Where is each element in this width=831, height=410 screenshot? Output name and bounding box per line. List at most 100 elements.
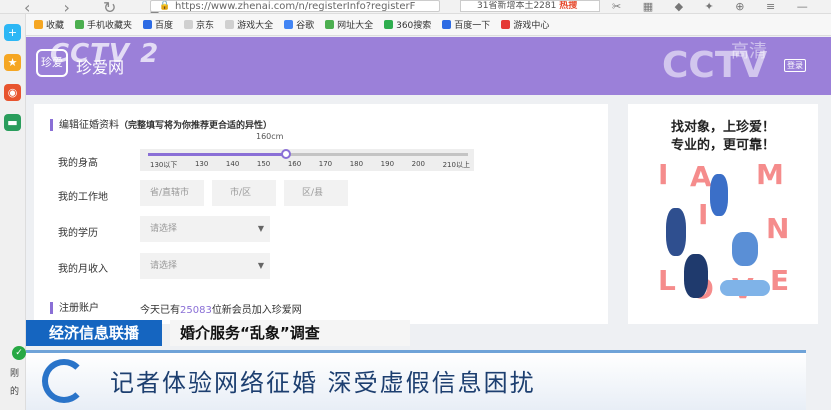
chevron-down-icon: ▼ (257, 224, 264, 233)
ad-letter: A (690, 160, 712, 193)
bookmark-label: 360搜索 (396, 21, 432, 31)
height-slider[interactable]: 130以下 130 140 150 160 170 180 190 200 210以上 (140, 149, 474, 171)
news-topic: 婚介服务“乱象”调查 (170, 320, 410, 346)
bookmark-item[interactable]: 收藏 (34, 18, 64, 31)
bookmark-icon (284, 20, 294, 29)
section-title: 编辑征婚资料（完整填写将为你推荐更合适的异性） (50, 116, 272, 131)
register-label: 注册账户 (59, 303, 99, 314)
register-prefix: 今天已有 (140, 305, 180, 316)
browser-toolbar: ‹ › ↻ ⌂ 🔒 https://www.zhenai.com/n/regis… (0, 0, 831, 17)
slider-tick-label: 150 (256, 160, 271, 168)
mail-icon[interactable]: ▬ (4, 114, 21, 131)
site-header: 珍爱 珍爱网 CCTV 2 CCTV 高清 登录 (26, 37, 831, 95)
hd-watermark: 高清 (731, 41, 767, 62)
bookmark-item[interactable]: 手机收藏夹 (75, 18, 132, 31)
bookmark-item[interactable]: 谷歌 (284, 18, 314, 31)
plus-icon[interactable]: + (4, 24, 21, 41)
hot-search-badge: 热搜 (559, 1, 578, 11)
profile-form: 编辑征婚资料（完整填写将为你推荐更合适的异性） 我的身高 160cm 130以下… (34, 104, 608, 324)
bookmark-item[interactable]: 百度一下 (442, 18, 490, 31)
bookmark-item[interactable]: 游戏中心 (501, 18, 549, 31)
toolbar-icons[interactable]: ✂ ▦ ◆ ✦ ⊕ ≡ — (612, 0, 817, 13)
girl-figure (684, 254, 708, 298)
lock-icon: 🔒 (159, 1, 171, 11)
section-hint: （完整填写将为你推荐更合适的异性） (119, 121, 273, 131)
boat-figure (720, 280, 770, 296)
slider-tick-label: 200 (411, 160, 425, 168)
city-select[interactable]: 市/区 (212, 180, 276, 206)
side-text: 刚 (10, 369, 20, 379)
bookmark-label: 收藏 (46, 21, 65, 31)
address-url: https://www.zhenai.com/n/registerInfo?re… (175, 1, 416, 12)
ad-slogan-1: 找对象，上珍爱！ (670, 120, 775, 135)
side-text: 的 (10, 387, 20, 397)
section-marker (50, 119, 53, 131)
register-stats: 今天已有25083位新会员加入珍爱网 (140, 301, 302, 316)
star-icon[interactable]: ★ (4, 54, 21, 71)
bookmark-icon (184, 20, 194, 29)
slider-ticks: 130以下 130 140 150 160 170 180 190 200 210以上 (150, 160, 470, 170)
slider-tick-label: 140 (225, 160, 240, 168)
bookmark-icon (442, 20, 452, 29)
bookmark-label: 百度 (155, 21, 174, 31)
news-headline: 记者体验网络征婚 深受虚假信息困扰 (110, 369, 536, 397)
height-label: 我的身高 (58, 158, 98, 169)
weibo-icon[interactable]: ◉ (4, 84, 21, 101)
climber-figure (710, 174, 728, 216)
education-select[interactable]: 请选择 ▼ (140, 216, 270, 242)
bookmark-label: 游戏中心 (513, 21, 550, 31)
register-section-title: 注册账户 (50, 299, 99, 314)
ad-letter: E (770, 264, 790, 297)
program-name: 经济信息联播 (26, 320, 162, 346)
slider-tick-label: 130以下 (150, 161, 178, 169)
section-marker (50, 302, 53, 314)
browser-search-box[interactable]: 31省新增本土2281 热搜 (460, 0, 600, 12)
address-bar[interactable]: 🔒 https://www.zhenai.com/n/registerInfo?… (150, 0, 440, 12)
bookmark-item[interactable]: 百度 (143, 18, 173, 31)
slider-thumb[interactable] (280, 149, 291, 159)
work-location-label: 我的工作地 (58, 192, 108, 203)
province-select[interactable]: 省/直辖市 (140, 180, 204, 206)
cctv-logo-icon (42, 359, 86, 403)
slider-tick-label: 170 (318, 160, 333, 168)
bookmark-item[interactable]: 网址大全 (325, 18, 373, 31)
ad-letter: N (766, 212, 790, 245)
news-caption-bar: 记者体验网络征婚 深受虚假信息困扰 (26, 350, 806, 410)
bookmark-icon (34, 20, 43, 29)
ad-letter: I (658, 158, 669, 191)
slider-fill (148, 153, 286, 156)
bookmarks-bar: 收藏 手机收藏夹 百度 京东 游戏大全 谷歌 网址大全 360搜索 百度一下 游戏中心 (26, 14, 831, 36)
ad-banner[interactable]: 找对象，上珍爱！ 专业的，更可靠！ I A M I N L O V E (628, 104, 818, 324)
register-count: 25083 (180, 305, 212, 316)
slider-tick-label: 180 (349, 160, 364, 168)
slider-tick-label: 130 (194, 160, 209, 168)
login-button[interactable]: 登录 (784, 59, 806, 72)
bookmark-label: 百度一下 (454, 21, 491, 31)
tv-channel-watermark: CCTV 2 (50, 39, 160, 69)
district-select[interactable]: 区/县 (284, 180, 348, 206)
bookmark-icon (143, 20, 153, 29)
bookmark-label: 京东 (196, 21, 215, 31)
check-icon: ✓ (12, 346, 26, 360)
income-placeholder: 请选择 (150, 261, 178, 271)
ad-letter: L (658, 264, 676, 297)
ad-letter: I (698, 198, 709, 231)
height-value-tip: 160cm (256, 132, 284, 141)
slider-tick-label: 190 (380, 160, 395, 168)
bookmark-icon (501, 20, 511, 29)
ad-letter: M (756, 158, 784, 191)
bookmark-icon (75, 20, 85, 29)
search-text: 31省新增本土2281 (477, 1, 557, 11)
bookmark-label: 手机收藏夹 (87, 21, 133, 31)
slider-tick-label: 160 (287, 160, 302, 168)
bookmark-item[interactable]: 游戏大全 (225, 18, 273, 31)
education-placeholder: 请选择 (150, 224, 178, 234)
bookmark-icon (325, 20, 335, 29)
bookmark-label: 谷歌 (296, 21, 315, 31)
guitar-figure (732, 232, 758, 266)
person-figure (666, 208, 686, 256)
bookmark-item[interactable]: 京东 (184, 18, 214, 31)
register-suffix: 位新会员加入珍爱网 (211, 305, 302, 316)
bookmark-item[interactable]: 360搜索 (384, 18, 431, 31)
income-select[interactable]: 请选择 ▼ (140, 253, 270, 279)
